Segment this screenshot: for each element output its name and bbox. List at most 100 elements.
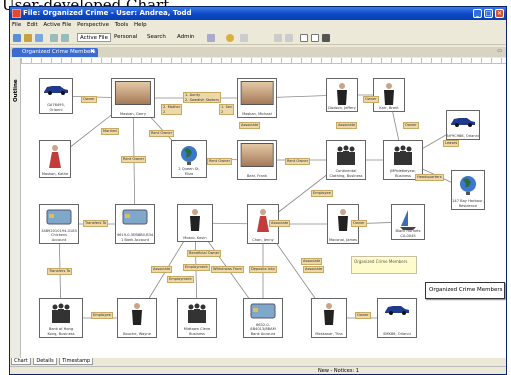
link-label[interactable]: Employment xyxy=(167,276,194,283)
chart-node-m_bot2[interactable]: Meskanar, Tina xyxy=(311,298,347,338)
status-bar: New - Notices: 1 xyxy=(10,366,506,374)
window-title: File: Organized Crime - User: Andrea, To… xyxy=(23,9,192,17)
menu-bar: File Edit Active File Perspective Tools … xyxy=(10,21,506,30)
print-icon[interactable] xyxy=(50,34,58,42)
maximize-view-icon[interactable]: ▭ xyxy=(497,48,502,54)
chart-icon[interactable] xyxy=(207,34,215,42)
zoom-icon[interactable] xyxy=(274,34,282,42)
node-caption: Meskanar, Tina xyxy=(315,331,343,336)
document-tab-bar: Organized Crime Members ✖ ▭ xyxy=(10,47,506,57)
link-label[interactable]: Associate xyxy=(239,122,261,129)
link-label[interactable]: Married xyxy=(101,128,119,135)
chart-node-car2[interactable]: NY9C986, Orlanni xyxy=(446,110,480,140)
link-label[interactable]: Employee xyxy=(311,190,333,197)
window-titlebar: File: Organized Crime - User: Andrea, To… xyxy=(10,7,506,20)
chart-node-grp3[interactable]: Bank of Hong Kong, Business xyxy=(39,298,83,338)
close-window-button[interactable]: ✕ xyxy=(495,9,504,18)
personal-button[interactable]: Personal xyxy=(114,33,137,42)
node-caption: GA76495, Orlanni xyxy=(47,103,65,112)
chart-node-m_top1[interactable]: Dodson, Jeffery xyxy=(326,78,358,112)
node-caption: 6632-0-8B4013/8BAM Bank Account xyxy=(250,322,276,336)
menu-perspective[interactable]: Perspective xyxy=(77,21,109,28)
app-logo-icon xyxy=(12,9,21,18)
chart-node-m_mid1[interactable]: Mosco, Kevin xyxy=(177,204,213,242)
chart-node-car1[interactable]: GA76495, Orlanni xyxy=(39,78,73,114)
menu-active-file[interactable]: Active File xyxy=(43,21,71,28)
callout-box[interactable]: Organized Crime Members xyxy=(425,282,505,299)
node-caption: 2 Queen St, Eliza xyxy=(178,167,200,176)
link-label[interactable]: Associate xyxy=(301,258,323,265)
chart-node-card1[interactable]: 34892010194-0183 Chickens Account xyxy=(39,204,79,244)
link-label[interactable]: Associate xyxy=(269,220,291,227)
link-label[interactable]: Rent Owner xyxy=(149,130,175,137)
tab-chart[interactable]: Chart xyxy=(11,358,31,365)
minimize-button[interactable]: _ xyxy=(473,9,482,18)
chart-node-car3[interactable]: SMK86, Orlanni xyxy=(377,298,417,338)
node-caption: Black Hornets CA-0045 xyxy=(395,229,421,238)
link-label[interactable]: Withdraws From xyxy=(211,266,244,273)
link-label[interactable]: Transfers To xyxy=(83,220,109,227)
link-label[interactable]: Headquarters xyxy=(415,174,444,181)
maximize-button[interactable]: □ xyxy=(484,9,493,18)
menu-tools[interactable]: Tools xyxy=(115,21,129,28)
link-label[interactable]: 1. Aunty 2. Swedish Stokers xyxy=(183,92,221,103)
tab-organized-crime-members[interactable]: Organized Crime Members ✖ xyxy=(12,48,98,57)
link-chart-canvas[interactable]: Outline GA76495, Orlanni Maskan, Garry Mas… xyxy=(11,58,506,358)
chart-node-m_main[interactable]: Maskan, Garry xyxy=(111,78,155,118)
chart-node-globe1[interactable]: 2 Queen St, Eliza xyxy=(171,140,207,178)
bottom-tabs: Chart Details Timestamp xyxy=(11,358,211,366)
chart-node-globe2[interactable]: 147 Bay Harbour, Residence xyxy=(451,170,485,210)
settings-icon[interactable] xyxy=(226,34,234,42)
search-button[interactable]: Search xyxy=(147,33,166,42)
link-label[interactable]: Associate xyxy=(336,122,358,129)
menu-file[interactable]: File xyxy=(12,21,21,28)
layout-icon[interactable] xyxy=(300,34,308,42)
link-label[interactable]: Rent Owner xyxy=(207,158,233,165)
refresh-icon[interactable] xyxy=(285,34,293,42)
chart-node-m_photo2[interactable]: Maskan, Michael xyxy=(237,78,277,118)
link-label[interactable]: Leases xyxy=(443,140,460,147)
menu-help[interactable]: Help xyxy=(134,21,147,28)
link-label[interactable]: Employee xyxy=(91,312,113,319)
toolbar: Active File Personal Search Admin xyxy=(10,31,506,45)
link-label[interactable]: Owner xyxy=(403,122,419,129)
save-icon[interactable] xyxy=(35,34,43,42)
chart-node-m_top2[interactable]: Karr, Brent xyxy=(373,78,405,112)
link-label[interactable]: Owner xyxy=(363,96,379,103)
new-icon[interactable] xyxy=(13,34,21,42)
menu-edit[interactable]: Edit xyxy=(27,21,38,28)
close-tab-icon[interactable]: ✖ xyxy=(90,48,95,55)
chart-node-grp4[interactable]: Midtown Cleve Business xyxy=(177,298,217,338)
link-label[interactable]: Rent Owner xyxy=(285,158,311,165)
chart-node-m_bot1[interactable]: Bouche, Wayne xyxy=(117,298,157,338)
chart-node-boat[interactable]: Black Hornets CA-0045 xyxy=(391,204,425,240)
sticky-note[interactable]: Organized Crime Members xyxy=(351,256,417,274)
link-label[interactable]: Associate xyxy=(151,266,173,273)
chart-node-m_photo3[interactable]: Bahl, Frank xyxy=(237,140,277,180)
chart-node-f1[interactable]: Maskan, Kathe xyxy=(39,140,71,178)
link-label[interactable]: Owner xyxy=(81,96,97,103)
tab-details[interactable]: Details xyxy=(33,358,57,365)
link-label[interactable]: Deposits Into xyxy=(249,266,277,273)
open-icon[interactable] xyxy=(24,34,32,42)
link-label[interactable]: Employment xyxy=(183,264,210,271)
link-label[interactable]: Transfers To xyxy=(47,268,73,275)
chart-node-grp1[interactable]: Continental Clothing, Business xyxy=(326,140,366,180)
layout-list-icon[interactable] xyxy=(311,34,319,42)
admin-button[interactable]: Admin xyxy=(177,33,195,42)
link-label[interactable]: Rent Owner xyxy=(121,156,147,163)
grid-icon[interactable] xyxy=(322,34,330,42)
node-caption: NY9C986, Orlanni xyxy=(447,133,479,138)
back-icon[interactable] xyxy=(240,34,248,42)
export-icon[interactable] xyxy=(61,34,69,42)
chart-node-card3[interactable]: 6632-0-8B4013/8BAM Bank Account xyxy=(243,298,283,338)
link-label[interactable]: Beneficial Owner xyxy=(187,250,222,257)
link-label[interactable]: Owner xyxy=(351,220,367,227)
link-label[interactable]: Associate xyxy=(303,266,325,273)
tab-timestamp[interactable]: Timestamp xyxy=(59,358,94,365)
active-file-button[interactable]: Active File xyxy=(77,33,111,42)
link-label[interactable]: 2. Mother 2 xyxy=(161,104,183,115)
link-label[interactable]: 1. Sen 2 xyxy=(219,104,235,115)
chart-node-card2[interactable]: 4619-0-5EB8B0-B34 1 Bank Account xyxy=(115,204,155,244)
link-label[interactable]: Owner xyxy=(355,312,371,319)
